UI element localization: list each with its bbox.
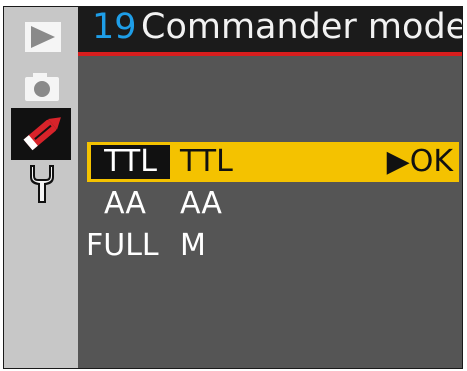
page-title: Commander mode bbox=[141, 7, 463, 47]
pencil-icon bbox=[23, 117, 61, 151]
ok-prompt[interactable]: ▶OK bbox=[387, 142, 453, 182]
option-group-label: FULL bbox=[86, 228, 159, 263]
playback-icon bbox=[25, 22, 61, 52]
option-mode-value: M bbox=[180, 228, 206, 263]
camera-menu-screen: 19 Commander mode TTL TTL ▶OK AA AA FULL… bbox=[3, 6, 463, 369]
sidebar bbox=[4, 7, 78, 368]
tab-custom-settings[interactable] bbox=[11, 108, 71, 160]
option-mode-value: TTL bbox=[180, 144, 233, 179]
option-row-full[interactable]: FULL M bbox=[86, 226, 459, 266]
option-row-aa[interactable]: AA AA bbox=[87, 184, 459, 224]
wrench-icon bbox=[30, 165, 54, 203]
tab-setup[interactable] bbox=[11, 157, 71, 209]
tab-playback[interactable] bbox=[11, 11, 71, 63]
tab-shooting[interactable] bbox=[11, 60, 71, 112]
option-row-ttl[interactable]: TTL TTL ▶OK bbox=[87, 142, 459, 182]
option-mode-value: AA bbox=[180, 186, 222, 221]
option-group-label: AA bbox=[104, 186, 146, 221]
option-group-label: TTL bbox=[91, 145, 170, 179]
menu-item-number: 19 bbox=[92, 7, 137, 47]
camera-icon bbox=[25, 73, 59, 101]
menu-header: 19 Commander mode bbox=[78, 7, 462, 56]
